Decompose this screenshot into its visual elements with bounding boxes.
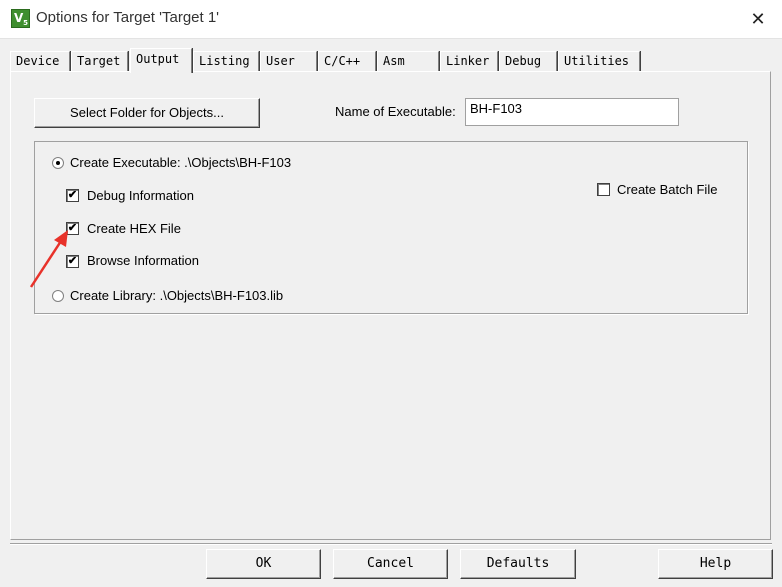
footer-separator <box>10 543 772 545</box>
annotation-arrow <box>29 230 68 288</box>
defaults-button[interactable]: Defaults <box>460 549 576 579</box>
help-button[interactable]: Help <box>658 549 773 579</box>
cancel-button[interactable]: Cancel <box>333 549 448 579</box>
tab-label: Output <box>136 52 180 66</box>
tab-output[interactable]: Output <box>130 48 192 73</box>
ok-button[interactable]: OK <box>206 549 321 579</box>
